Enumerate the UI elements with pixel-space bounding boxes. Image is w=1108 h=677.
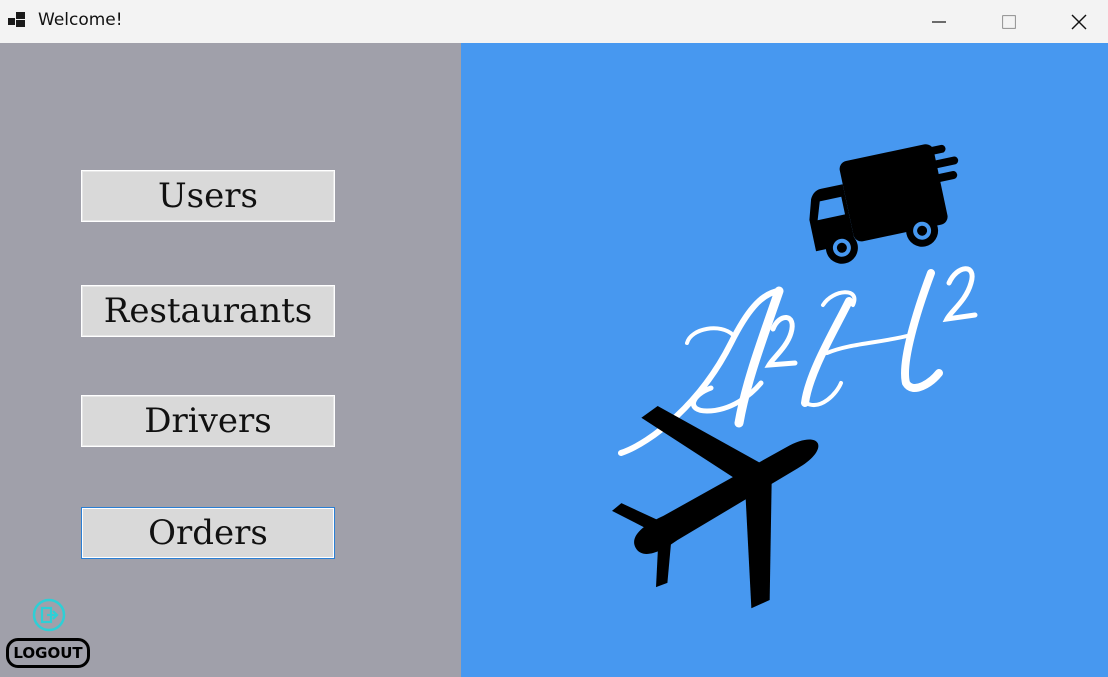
navigation-panel: Users Restaurants Drivers Orders [0, 43, 461, 677]
users-button[interactable]: Users [81, 170, 335, 222]
window-title: Welcome! [38, 10, 123, 30]
airplane-icon [612, 406, 819, 609]
close-button[interactable] [1044, 0, 1108, 43]
logo-panel [461, 43, 1108, 677]
orders-button[interactable]: Orders [81, 507, 335, 559]
company-logo [612, 144, 978, 609]
minimize-icon [932, 20, 946, 23]
app-window: Welcome! Users Restaurants Drivers Order… [0, 0, 1108, 677]
delivery-truck-icon [809, 144, 959, 264]
logout-label: LOGOUT [6, 638, 90, 668]
drivers-button[interactable]: Drivers [81, 395, 335, 447]
app-icon [8, 12, 25, 27]
maximize-button[interactable] [974, 0, 1044, 43]
title-bar[interactable]: Welcome! [0, 0, 1108, 43]
maximize-icon [1002, 14, 1016, 29]
minimize-button[interactable] [904, 0, 974, 43]
logout-icon [32, 598, 66, 632]
close-icon [1071, 14, 1087, 29]
logout-button[interactable]: LOGOUT [6, 598, 92, 672]
restaurants-button[interactable]: Restaurants [81, 285, 335, 337]
